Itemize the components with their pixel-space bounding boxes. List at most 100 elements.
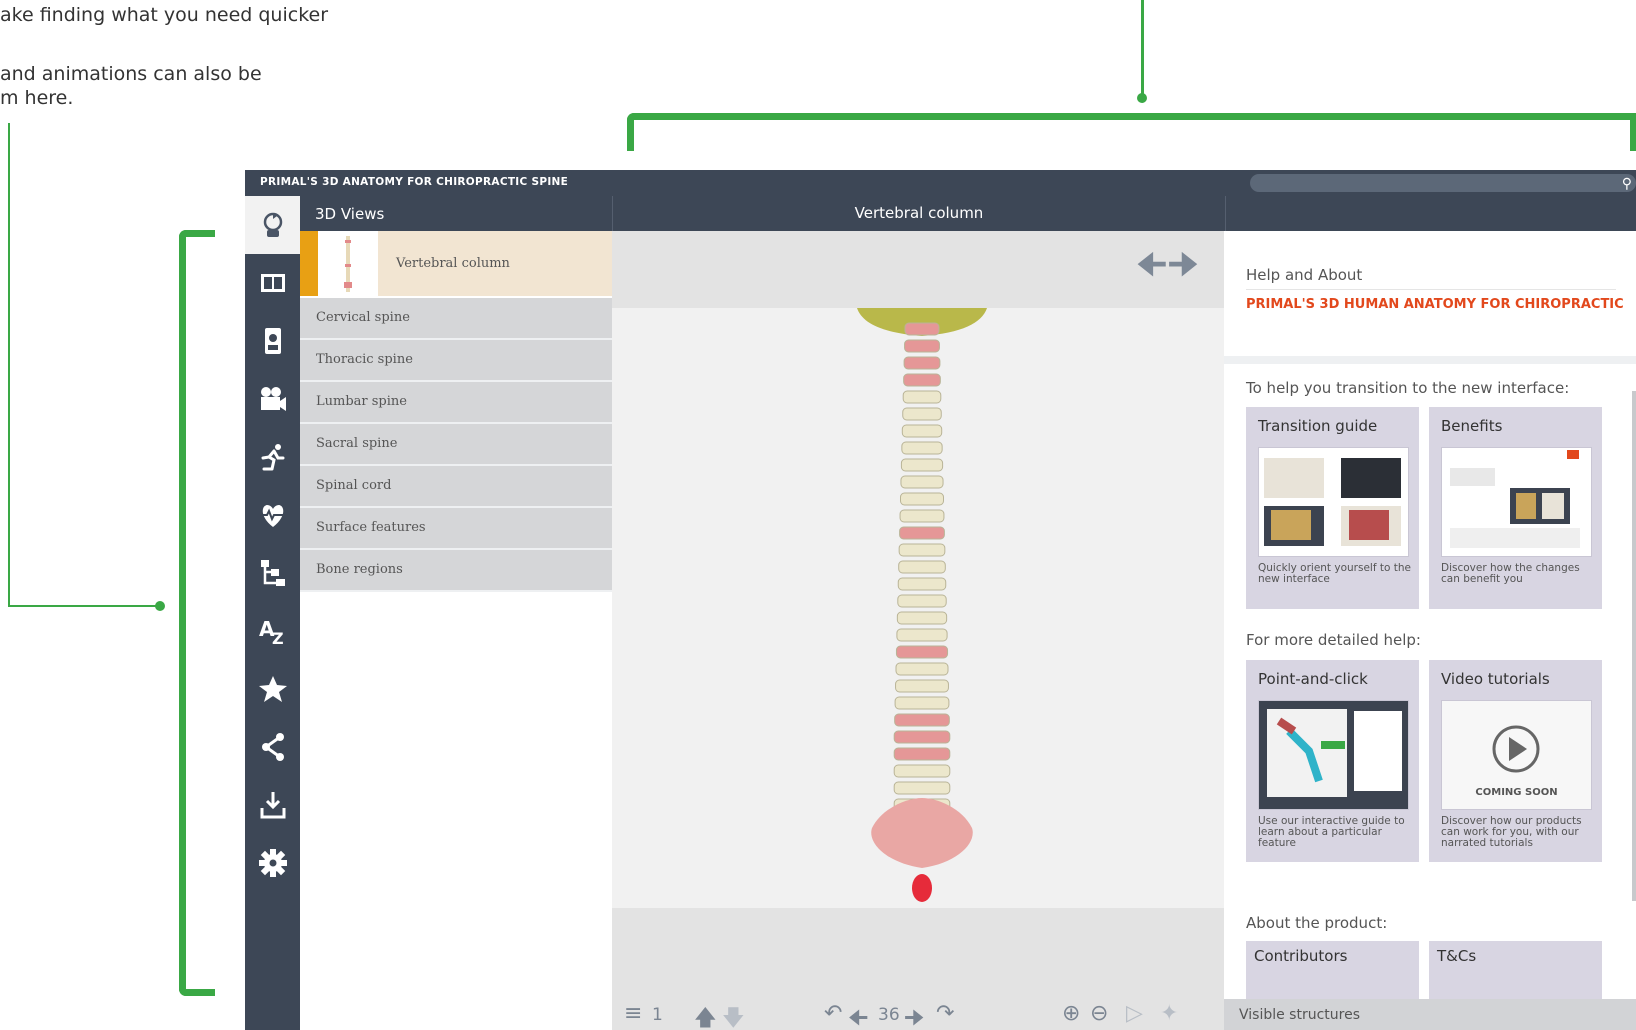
vertebra[interactable] bbox=[899, 509, 945, 523]
vertebra[interactable] bbox=[902, 407, 942, 421]
vertebra[interactable] bbox=[904, 339, 940, 353]
tcs-card[interactable]: T&Cs bbox=[1429, 941, 1602, 999]
layer-down-icon[interactable]: 🡇 bbox=[722, 1001, 745, 1030]
star-icon[interactable] bbox=[245, 660, 300, 718]
vertebra[interactable] bbox=[893, 781, 951, 795]
vertebra[interactable] bbox=[901, 441, 943, 455]
vertebra[interactable] bbox=[900, 492, 944, 506]
rotate-left-arrow-icon[interactable]: 🠈 bbox=[848, 1001, 868, 1030]
list-item-label: Lumbar spine bbox=[316, 394, 407, 409]
card-description: Use our interactive guide to learn about… bbox=[1258, 815, 1405, 849]
video-camera-icon[interactable] bbox=[245, 370, 300, 428]
vertebra[interactable] bbox=[895, 645, 949, 659]
center-icon[interactable]: ✦ bbox=[1160, 1001, 1178, 1026]
visible-structures-label: Visible structures bbox=[1239, 1007, 1361, 1023]
rotate-right-icon[interactable]: ↷ bbox=[936, 1001, 954, 1026]
compare-icon[interactable] bbox=[245, 254, 300, 312]
list-item-selected[interactable]: Vertebral column bbox=[300, 231, 612, 296]
list-item[interactable]: Bone regions bbox=[300, 550, 612, 592]
point-and-click-card[interactable]: Point-and-click Use our interactive guid… bbox=[1246, 660, 1419, 862]
zoom-out-icon[interactable]: ⊖ bbox=[1090, 1001, 1108, 1026]
vertebra[interactable] bbox=[893, 764, 951, 778]
annotation-text: ake finding what you need quicker bbox=[0, 4, 329, 26]
callout-bracket bbox=[1630, 113, 1636, 151]
3d-viewer[interactable]: 🠈🠊 ≡ 1 🡅 🡇 ↶ 🠈 36 🠊 ↷ ⊕ ⊖ ▷ ✦ bbox=[612, 231, 1224, 1030]
callout-bracket bbox=[627, 113, 1636, 120]
vertebra[interactable] bbox=[904, 322, 940, 336]
vertebra[interactable] bbox=[902, 390, 942, 404]
vertebra[interactable] bbox=[895, 679, 949, 693]
rotate-3d-icon[interactable] bbox=[245, 196, 300, 254]
vertebra[interactable] bbox=[901, 424, 943, 438]
hierarchy-icon[interactable] bbox=[245, 544, 300, 602]
settings-icon[interactable] bbox=[245, 834, 300, 892]
list-item[interactable]: Sacral spine bbox=[300, 424, 612, 466]
vertebra[interactable] bbox=[898, 560, 946, 574]
vertebra[interactable] bbox=[903, 356, 941, 370]
list-item[interactable]: Surface features bbox=[300, 508, 612, 550]
benefits-card[interactable]: Benefits Discover how the changes can be… bbox=[1429, 407, 1602, 609]
search-icon[interactable]: ⚲ bbox=[1622, 175, 1632, 192]
product-name[interactable]: PRIMAL'S 3D HUMAN ANATOMY FOR CHIROPRACT… bbox=[1246, 297, 1624, 312]
vertebra[interactable] bbox=[898, 543, 946, 557]
vertebra[interactable] bbox=[895, 662, 949, 676]
mirror-icon[interactable]: ▷ bbox=[1126, 1001, 1143, 1026]
layers-body-icon[interactable] bbox=[245, 312, 300, 370]
card-title: Benefits bbox=[1441, 417, 1503, 435]
list-item-label: Thoracic spine bbox=[316, 352, 413, 367]
search-input[interactable]: ⚲ bbox=[1250, 174, 1636, 192]
svg-text:Z: Z bbox=[272, 629, 284, 646]
heart-pulse-icon[interactable] bbox=[245, 486, 300, 544]
callout-line bbox=[1141, 0, 1144, 98]
back-arrow-icon[interactable]: 🠈 bbox=[1136, 246, 1168, 284]
about-heading: About the product: bbox=[1246, 914, 1388, 932]
vertebra[interactable] bbox=[903, 373, 941, 387]
list-item[interactable]: Spinal cord bbox=[300, 466, 612, 508]
zoom-in-icon[interactable]: ⊕ bbox=[1062, 1001, 1080, 1026]
layer-number: 1 bbox=[652, 1005, 663, 1025]
app-title: PRIMAL'S 3D ANATOMY FOR CHIROPRACTIC SPI… bbox=[260, 176, 569, 188]
forward-arrow-icon[interactable]: 🠊 bbox=[1167, 246, 1199, 284]
model-canvas[interactable] bbox=[612, 308, 1224, 908]
callout-bracket bbox=[179, 989, 215, 996]
list-item[interactable]: Lumbar spine bbox=[300, 382, 612, 424]
vertebra[interactable] bbox=[897, 594, 947, 608]
scrollbar[interactable] bbox=[1632, 391, 1636, 901]
vertebra[interactable] bbox=[897, 577, 947, 591]
list-item-label: Surface features bbox=[316, 520, 426, 535]
list-item[interactable]: Cervical spine bbox=[300, 298, 612, 340]
list-item-label: Sacral spine bbox=[316, 436, 398, 451]
viewer-top-band: 🠈🠊 bbox=[612, 231, 1224, 308]
vertebra[interactable] bbox=[894, 696, 950, 710]
divider bbox=[1246, 289, 1616, 290]
callout-dot bbox=[155, 601, 165, 611]
vertebra[interactable] bbox=[896, 611, 948, 625]
transition-heading: To help you transition to the new interf… bbox=[1246, 379, 1570, 397]
vertebra[interactable] bbox=[893, 747, 951, 761]
vertebra[interactable] bbox=[896, 628, 948, 642]
vertebra[interactable] bbox=[900, 475, 944, 489]
card-description: Quickly orient yourself to the new inter… bbox=[1258, 562, 1411, 585]
download-icon[interactable] bbox=[245, 776, 300, 834]
share-icon[interactable] bbox=[245, 718, 300, 776]
list-item-label: Vertebral column bbox=[396, 256, 510, 271]
layer-up-icon[interactable]: 🡅 bbox=[694, 1001, 717, 1030]
vertebra[interactable] bbox=[894, 713, 950, 727]
a-z-icon[interactable]: AZ bbox=[245, 602, 300, 660]
vertebra[interactable] bbox=[899, 526, 945, 540]
visible-structures-bar[interactable]: Visible structures bbox=[1224, 999, 1636, 1030]
card-thumbnail: COMING SOON bbox=[1441, 700, 1592, 810]
vertebra[interactable] bbox=[893, 730, 951, 744]
vertebra[interactable] bbox=[900, 458, 944, 472]
contributors-card[interactable]: Contributors bbox=[1246, 941, 1419, 999]
content-header: 3D Views Vertebral column bbox=[300, 196, 1636, 231]
rotate-left-icon[interactable]: ↶ bbox=[824, 1001, 842, 1026]
card-title: Transition guide bbox=[1258, 417, 1378, 435]
rotate-right-arrow-icon[interactable]: 🠊 bbox=[904, 1001, 924, 1030]
transition-guide-card[interactable]: Transition guide Quickly orient yourself… bbox=[1246, 407, 1419, 609]
list-item[interactable]: Thoracic spine bbox=[300, 340, 612, 382]
movement-icon[interactable] bbox=[245, 428, 300, 486]
video-tutorials-card[interactable]: Video tutorials COMING SOON Discover how… bbox=[1429, 660, 1602, 862]
layers-icon[interactable]: ≡ bbox=[624, 1001, 642, 1026]
spine-model[interactable] bbox=[612, 308, 1224, 908]
